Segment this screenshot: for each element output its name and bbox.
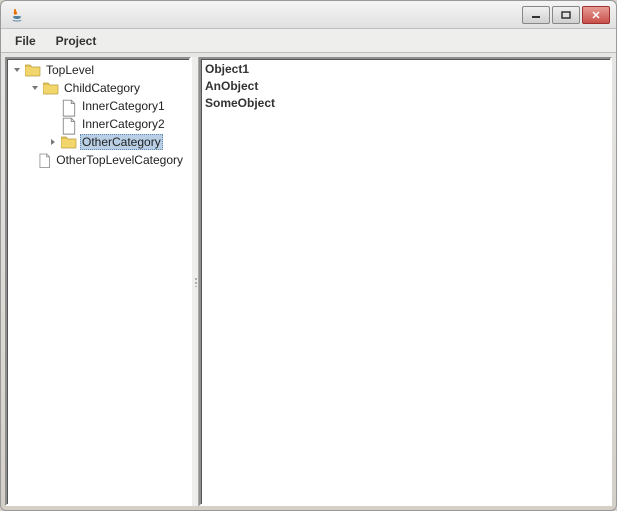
file-icon bbox=[38, 153, 52, 167]
file-icon bbox=[61, 99, 77, 113]
minimize-button[interactable] bbox=[522, 6, 550, 24]
titlebar[interactable] bbox=[1, 1, 616, 29]
list-item[interactable]: Object1 bbox=[205, 61, 606, 78]
expand-icon[interactable] bbox=[47, 136, 59, 148]
maximize-button[interactable] bbox=[552, 6, 580, 24]
menubar: File Project bbox=[1, 29, 616, 53]
list-item[interactable]: SomeObject bbox=[205, 95, 606, 112]
close-button[interactable] bbox=[582, 6, 610, 24]
tree-node[interactable]: OtherTopLevelCategory bbox=[7, 151, 189, 169]
tree-node-label[interactable]: OtherTopLevelCategory bbox=[54, 153, 185, 167]
split-handle[interactable] bbox=[191, 57, 199, 506]
tree-node[interactable]: InnerCategory2 bbox=[7, 115, 189, 133]
app-window: File Project TopLevel ChildCategory InnerC… bbox=[0, 0, 617, 511]
tree-node-label[interactable]: InnerCategory1 bbox=[80, 99, 167, 113]
tree-node[interactable]: ChildCategory bbox=[7, 79, 189, 97]
tree-pane[interactable]: TopLevel ChildCategory InnerCategory1 Inner… bbox=[5, 57, 191, 506]
java-icon bbox=[9, 7, 25, 23]
collapse-icon[interactable] bbox=[29, 82, 41, 94]
menu-file[interactable]: File bbox=[7, 32, 44, 50]
file-icon bbox=[61, 117, 77, 131]
list-item[interactable]: AnObject bbox=[205, 78, 606, 95]
tree-node-label[interactable]: InnerCategory2 bbox=[80, 117, 167, 131]
tree-node[interactable]: TopLevel bbox=[7, 61, 189, 79]
tree-node[interactable]: InnerCategory1 bbox=[7, 97, 189, 115]
folder-icon bbox=[43, 81, 59, 95]
folder-icon bbox=[61, 135, 77, 149]
tree-node-label[interactable]: OtherCategory bbox=[80, 134, 163, 150]
list-pane[interactable]: Object1AnObjectSomeObject bbox=[199, 57, 612, 506]
tree-node[interactable]: OtherCategory bbox=[7, 133, 189, 151]
window-controls bbox=[522, 6, 610, 24]
tree-node-label[interactable]: TopLevel bbox=[44, 63, 96, 77]
collapse-icon[interactable] bbox=[11, 64, 23, 76]
content-area: TopLevel ChildCategory InnerCategory1 Inner… bbox=[1, 53, 616, 510]
menu-project[interactable]: Project bbox=[48, 32, 105, 50]
folder-icon bbox=[25, 63, 41, 77]
tree-node-label[interactable]: ChildCategory bbox=[62, 81, 142, 95]
